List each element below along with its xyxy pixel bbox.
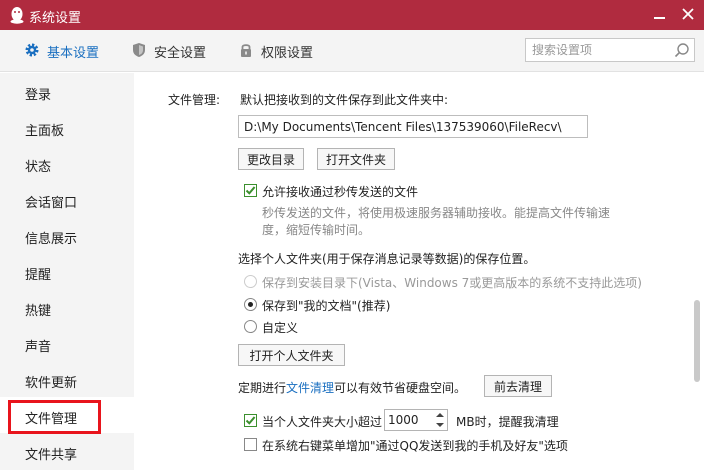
open-personal-folder-button[interactable]: 打开个人文件夹 (238, 344, 345, 366)
open-folder-button[interactable]: 打开文件夹 (317, 148, 395, 170)
personal-folder-heading: 选择个人文件夹(用于保存消息记录等数据)的保存位置。 (238, 252, 536, 266)
size-limit-checkbox[interactable] (244, 414, 257, 427)
spinner-down-icon[interactable] (433, 420, 447, 430)
radio-my-documents-label: 保存到"我的文档"(推荐) (262, 299, 391, 313)
instant-send-label: 允许接收通过秒传发送的文件 (262, 185, 419, 199)
radio-custom[interactable] (244, 320, 257, 333)
radio-custom-label: 自定义 (262, 321, 299, 335)
sidebar-item-label: 信息展示 (25, 232, 78, 247)
save-path-field[interactable] (238, 115, 588, 138)
sidebar-item-hotkeys[interactable]: 热键 (0, 289, 134, 325)
sidebar-item-label: 文件管理 (25, 412, 78, 427)
sidebar-item-software-update[interactable]: 软件更新 (0, 361, 134, 397)
vertical-scrollbar[interactable] (690, 73, 704, 470)
tab-permission-settings[interactable]: 权限设置 (238, 41, 318, 61)
tab-label: 安全设置 (154, 46, 207, 61)
context-menu-label: 在系统右键菜单增加"通过QQ发送到我的手机及好友"选项 (262, 439, 568, 453)
sidebar-item-label: 软件更新 (25, 376, 78, 391)
qq-penguin-icon (10, 7, 24, 24)
size-limit-unit-label: MB时，提醒我清理 (456, 415, 559, 429)
checkmark-icon (245, 186, 256, 195)
sidebar-item-info-display[interactable]: 信息展示 (0, 217, 134, 253)
search-box (525, 38, 695, 62)
section-label: 文件管理: (168, 93, 221, 107)
sidebar-item-label: 声音 (25, 340, 52, 355)
search-icon[interactable] (674, 42, 690, 58)
scrollbar-thumb[interactable] (694, 300, 700, 382)
sidebar-item-main-panel[interactable]: 主面板 (0, 109, 134, 145)
sidebar-item-label: 登录 (25, 88, 52, 103)
settings-sidebar: 登录 主面板 状态 会话窗口 信息展示 提醒 热键 声音 软件更新 文件管理 文… (0, 73, 134, 470)
instant-send-description: 秒传发送的文件，将使用极速服务器辅助接收。能提高文件传输速 (262, 206, 611, 220)
sidebar-item-label: 提醒 (25, 268, 52, 283)
save-folder-description: 默认把接收到的文件保存到此文件夹中: (240, 93, 449, 107)
tab-security-settings[interactable]: 安全设置 (131, 41, 211, 61)
sidebar-item-chat-window[interactable]: 会话窗口 (0, 181, 134, 217)
instant-send-description-cont: 度，缩短传输时间。 (262, 223, 371, 237)
gear-icon (25, 43, 39, 57)
size-limit-label: 当个人文件夹大小超过 (262, 415, 383, 429)
change-directory-button[interactable]: 更改目录 (238, 148, 304, 170)
sidebar-item-label: 会话窗口 (25, 196, 78, 211)
sidebar-item-label: 热键 (25, 304, 52, 319)
spinner-up-icon[interactable] (433, 410, 447, 420)
shield-icon (133, 43, 145, 57)
radio-install-dir-label: 保存到安装目录下(Vista、Windows 7或更高版本的系统不支持此选项) (262, 276, 642, 290)
search-input[interactable] (532, 41, 662, 59)
title-bar: 系统设置 (0, 0, 704, 30)
sidebar-item-sound[interactable]: 声音 (0, 325, 134, 361)
context-menu-checkbox[interactable] (244, 438, 257, 451)
cleanup-text-after: 可以有效节省硬盘空间。 (334, 381, 467, 395)
sidebar-item-status[interactable]: 状态 (0, 145, 134, 181)
file-cleanup-link[interactable]: 文件清理 (286, 381, 334, 395)
sidebar-item-reminders[interactable]: 提醒 (0, 253, 134, 289)
sidebar-item-label: 文件共享 (25, 448, 78, 463)
checkmark-icon (245, 416, 256, 425)
tab-label: 基本设置 (47, 46, 100, 61)
settings-tabbar: 基本设置 安全设置 权限设置 (0, 30, 704, 72)
sidebar-item-login[interactable]: 登录 (0, 73, 134, 109)
cleanup-description: 定期进行文件清理可以有效节省硬盘空间。 (238, 379, 466, 396)
sidebar-item-label: 状态 (25, 160, 52, 175)
close-icon[interactable] (680, 4, 696, 24)
lock-icon (241, 44, 251, 57)
sidebar-item-file-management[interactable]: 文件管理 (0, 397, 134, 433)
radio-install-dir (244, 275, 257, 288)
sidebar-item-file-sharing[interactable]: 文件共享 (0, 433, 134, 469)
tab-basic-settings[interactable]: 基本设置 (24, 41, 104, 61)
cleanup-text-before: 定期进行 (238, 381, 287, 395)
size-limit-input[interactable] (388, 412, 428, 428)
go-cleanup-button[interactable]: 前去清理 (484, 375, 552, 397)
radio-my-documents[interactable] (244, 298, 257, 311)
sidebar-item-label: 主面板 (25, 124, 65, 139)
tab-label: 权限设置 (261, 46, 314, 61)
instant-send-checkbox[interactable] (244, 184, 257, 197)
window-title: 系统设置 (29, 11, 82, 26)
minimize-icon[interactable] (652, 4, 668, 24)
file-management-panel: 文件管理: 默认把接收到的文件保存到此文件夹中: 更改目录 打开文件夹 允许接收… (134, 73, 704, 470)
size-limit-stepper (384, 409, 448, 431)
